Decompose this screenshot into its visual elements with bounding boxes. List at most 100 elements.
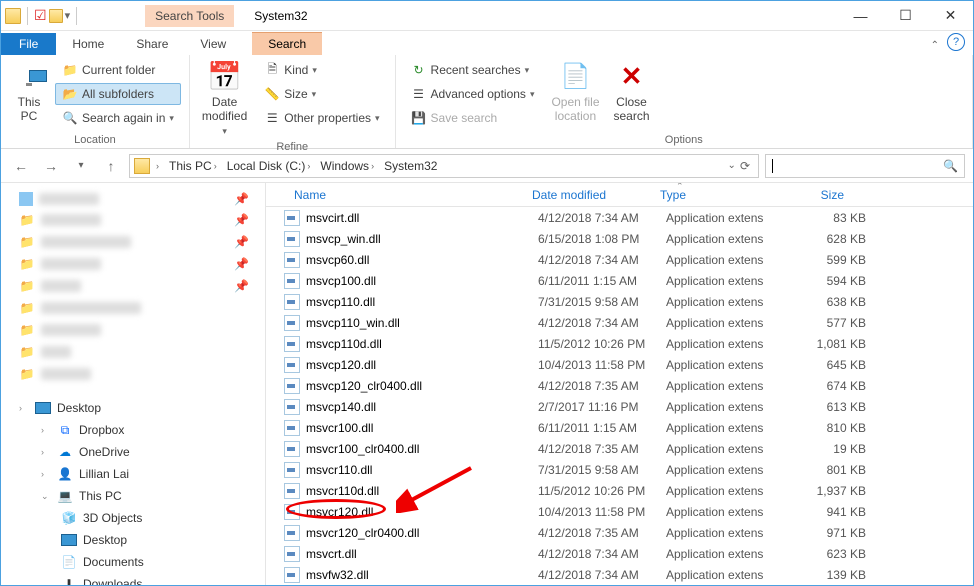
quick-access-item[interactable]: 📁 [1, 319, 265, 341]
qat-dropdown-icon[interactable]: ▾ [65, 9, 71, 22]
column-name[interactable]: Name [266, 188, 524, 202]
nav-downloads[interactable]: ⬇Downloads [1, 573, 265, 585]
qat-properties-icon[interactable]: ☑ [34, 7, 47, 24]
collapse-ribbon-icon[interactable]: ⌃ [931, 40, 939, 51]
file-row[interactable]: msvcp110d.dll11/5/2012 10:26 PMApplicati… [266, 333, 973, 354]
file-row[interactable]: msvfw32.dll4/12/2018 7:34 AMApplication … [266, 564, 973, 585]
file-row[interactable]: msvcp120_clr0400.dll4/12/2018 7:35 AMApp… [266, 375, 973, 396]
quick-access-item[interactable]: 📁📌 [1, 209, 265, 231]
file-row[interactable]: msvcr100.dll6/11/2011 1:15 AMApplication… [266, 417, 973, 438]
quick-access-item[interactable]: 📁📌 [1, 275, 265, 297]
address-dropdown-icon[interactable]: ⌄ [728, 160, 736, 171]
quick-access-item[interactable]: 📌 [1, 189, 265, 209]
file-name: msvcp110_win.dll [306, 316, 538, 330]
file-size: 594 KB [786, 274, 866, 288]
history-dropdown[interactable]: ▾ [69, 154, 93, 178]
folder-icon: 📁 [19, 300, 35, 316]
quick-access-item[interactable]: 📁📌 [1, 231, 265, 253]
file-name: msvcp120.dll [306, 358, 538, 372]
tab-file[interactable]: File [1, 33, 56, 55]
this-pc-button[interactable]: This PC [9, 59, 49, 126]
quick-access-item[interactable]: 📁 [1, 363, 265, 385]
tab-home[interactable]: Home [56, 33, 120, 55]
navigation-pane[interactable]: 📌 📁📌 📁📌 📁📌 📁📌 📁 📁 📁 📁 › Desktop ›⧉Dropbox… [1, 183, 266, 585]
crumb-localdisk[interactable]: Local Disk (C:)› [223, 159, 315, 173]
file-row[interactable]: msvcrt.dll4/12/2018 7:34 AMApplication e… [266, 543, 973, 564]
tab-search[interactable]: Search [252, 32, 322, 55]
save-search-button[interactable]: 💾Save search [404, 107, 542, 129]
refresh-icon[interactable]: ⟳ [740, 159, 750, 173]
app-icon[interactable] [5, 8, 21, 24]
other-properties-button[interactable]: ☰Other properties [257, 107, 386, 129]
nav-desktop[interactable]: › Desktop [1, 397, 265, 419]
nav-desktop2[interactable]: Desktop [1, 529, 265, 551]
nav-user[interactable]: ›👤Lillian Lai [1, 463, 265, 485]
all-subfolders-button[interactable]: 📂All subfolders [55, 83, 181, 105]
quick-access-item[interactable]: 📁 [1, 297, 265, 319]
nav-label: Lillian Lai [79, 467, 129, 481]
folder-icon: 📁 [19, 212, 35, 228]
column-date[interactable]: Date modified [524, 188, 652, 202]
qat-newfolder-icon[interactable] [49, 9, 63, 23]
file-row[interactable]: msvcr100_clr0400.dll4/12/2018 7:35 AMApp… [266, 438, 973, 459]
search-input[interactable] [773, 159, 943, 173]
crumb-root[interactable]: › [152, 161, 163, 171]
nav-onedrive[interactable]: ›☁OneDrive [1, 441, 265, 463]
file-list-pane[interactable]: Name Date modified Type Size ⌃ msvcirt.d… [266, 183, 973, 585]
address-bar[interactable]: › This PC› Local Disk (C:)› Windows› Sys… [129, 154, 759, 178]
nav-thispc[interactable]: ⌄💻This PC [1, 485, 265, 507]
back-button[interactable]: ← [9, 154, 33, 178]
advanced-options-button[interactable]: ☰Advanced options [404, 83, 542, 105]
close-search-button[interactable]: ✕ Close search [610, 59, 654, 126]
kind-button[interactable]: 🗎Kind [257, 59, 386, 81]
minimize-button[interactable]: — [838, 2, 883, 30]
quick-access-item[interactable]: 📁📌 [1, 253, 265, 275]
maximize-button[interactable]: ☐ [883, 2, 928, 30]
quick-access-item[interactable]: 📁 [1, 341, 265, 363]
file-name: msvcp110.dll [306, 295, 538, 309]
crumb-windows[interactable]: Windows› [316, 159, 378, 173]
file-date: 10/4/2013 11:58 PM [538, 358, 666, 372]
forward-button[interactable]: → [39, 154, 63, 178]
file-row[interactable]: msvcr110.dll7/31/2015 9:58 AMApplication… [266, 459, 973, 480]
file-row[interactable]: msvcp100.dll6/11/2011 1:15 AMApplication… [266, 270, 973, 291]
search-box[interactable]: 🔍 [765, 154, 965, 178]
crumb-thispc[interactable]: This PC› [165, 159, 221, 173]
open-file-location-button[interactable]: 📄 Open file location [547, 59, 603, 126]
file-row[interactable]: msvcp60.dll4/12/2018 7:34 AMApplication … [266, 249, 973, 270]
search-again-button[interactable]: 🔍Search again in [55, 107, 181, 129]
advanced-options-label: Advanced options [431, 87, 526, 101]
close-button[interactable]: ✕ [928, 2, 973, 30]
column-size[interactable]: Size [772, 188, 852, 202]
file-date: 11/5/2012 10:26 PM [538, 484, 666, 498]
window-title: System32 [234, 9, 838, 23]
recent-searches-button[interactable]: ↻Recent searches [404, 59, 542, 81]
file-row[interactable]: msvcp_win.dll6/15/2018 1:08 PMApplicatio… [266, 228, 973, 249]
nav-dropbox[interactable]: ›⧉Dropbox [1, 419, 265, 441]
contextual-tab-label: Search Tools [145, 5, 234, 27]
nav-documents[interactable]: 📄Documents [1, 551, 265, 573]
help-button[interactable]: ? [947, 33, 965, 51]
file-row[interactable]: msvcp120.dll10/4/2013 11:58 PMApplicatio… [266, 354, 973, 375]
chevron-right-icon[interactable]: › [19, 403, 29, 413]
column-type[interactable]: Type [652, 188, 772, 202]
tab-share[interactable]: Share [120, 33, 184, 55]
up-button[interactable]: ↑ [99, 154, 123, 178]
nav-label: Desktop [57, 401, 101, 415]
current-folder-button[interactable]: 📁Current folder [55, 59, 181, 81]
nav-3dobjects[interactable]: 🧊3D Objects [1, 507, 265, 529]
crumb-system32[interactable]: System32 [380, 159, 441, 173]
file-row[interactable]: msvcp110_win.dll4/12/2018 7:34 AMApplica… [266, 312, 973, 333]
tab-view[interactable]: View [184, 33, 242, 55]
file-row[interactable]: msvcp110.dll7/31/2015 9:58 AMApplication… [266, 291, 973, 312]
size-button[interactable]: 📏Size [257, 83, 386, 105]
file-row[interactable]: msvcp140.dll2/7/2017 11:16 PMApplication… [266, 396, 973, 417]
search-icon[interactable]: 🔍 [943, 159, 958, 173]
file-row[interactable]: msvcr110d.dll11/5/2012 10:26 PMApplicati… [266, 480, 973, 501]
file-row[interactable]: msvcirt.dll4/12/2018 7:34 AMApplication … [266, 207, 973, 228]
file-row[interactable]: msvcr120_clr0400.dll4/12/2018 7:35 AMApp… [266, 522, 973, 543]
date-modified-button[interactable]: 📅 Date modified ▾ [198, 59, 251, 139]
file-row[interactable]: msvcr120.dll10/4/2013 11:58 PMApplicatio… [266, 501, 973, 522]
date-modified-label: Date modified [202, 95, 247, 124]
chevron-down-icon[interactable]: ⌄ [41, 491, 51, 502]
